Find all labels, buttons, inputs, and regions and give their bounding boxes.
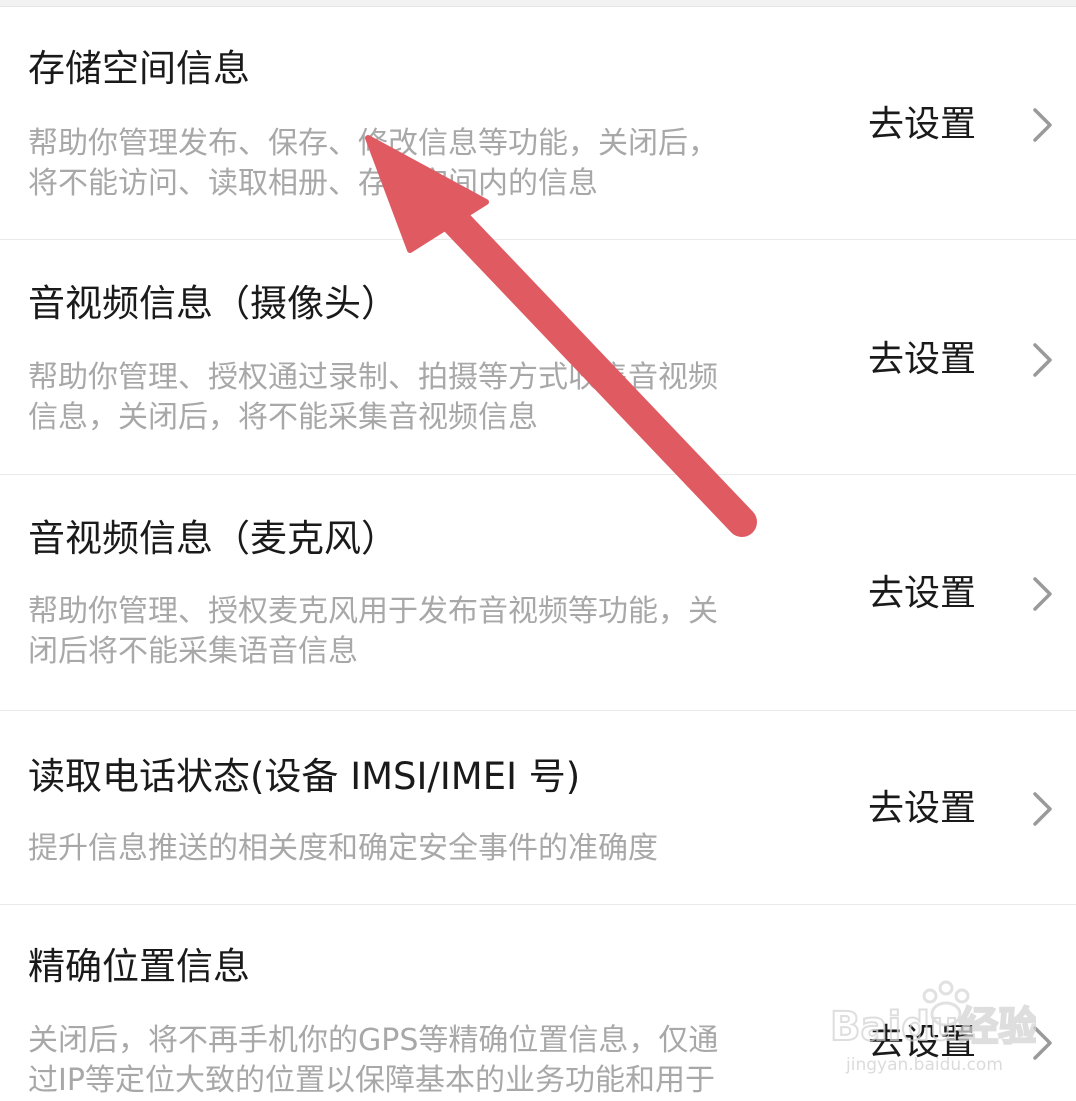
go-settings-button[interactable]: 去设置 (868, 787, 976, 831)
row-description: 提升信息推送的相关度和确定安全事件的准确度 (28, 829, 838, 869)
row-description-line: 信息，关闭后，将不能采集音视频信息 (28, 400, 538, 435)
row-title: 音视频信息（摄像头） (28, 282, 398, 325)
row-title: 精确位置信息 (28, 945, 250, 988)
permission-row-microphone[interactable]: 音视频信息（麦克风） 帮助你管理、授权麦克风用于发布音视频等功能，关 闭后将不能… (0, 475, 1076, 711)
permission-list: 存储空间信息 帮助你管理发布、保存、修改信息等功能，关闭后， 将不能访问、读取相… (0, 7, 1076, 1098)
permission-row-storage[interactable]: 存储空间信息 帮助你管理发布、保存、修改信息等功能，关闭后， 将不能访问、读取相… (0, 7, 1076, 240)
row-description-line: 提升信息推送的相关度和确定安全事件的准确度 (28, 831, 658, 866)
row-description-line: 帮助你管理、授权通过录制、拍摄等方式收集音视频 (28, 360, 718, 395)
go-settings-button[interactable]: 去设置 (868, 103, 976, 147)
permission-row-camera[interactable]: 音视频信息（摄像头） 帮助你管理、授权通过录制、拍摄等方式收集音视频 信息，关闭… (0, 240, 1076, 475)
row-description-line: 过IP等定位大致的位置以保障基本的业务功能和用于 (28, 1063, 715, 1098)
row-title: 存储空间信息 (28, 47, 250, 90)
row-description: 帮助你管理、授权麦克风用于发布音视频等功能，关 闭后将不能采集语音信息 (28, 592, 838, 672)
baidu-watermark-logo: Baidu经验 jingyan.baidu.com (829, 980, 1036, 1075)
row-description-line: 将不能访问、读取相册、存储空间内的信息 (28, 166, 598, 201)
row-description: 关闭后，将不再手机你的GPS等精确位置信息，仅通 过IP等定位大致的位置以保障基… (28, 1021, 838, 1101)
go-settings-button[interactable]: 去设置 (868, 572, 976, 616)
row-description: 帮助你管理、授权通过录制、拍摄等方式收集音视频 信息，关闭后，将不能采集音视频信… (28, 358, 838, 438)
chevron-right-icon[interactable] (1030, 340, 1056, 380)
permission-row-phone-state[interactable]: 读取电话状态(设备 IMSI/IMEI 号) 提升信息推送的相关度和确定安全事件… (0, 711, 1076, 905)
row-description-line: 帮助你管理发布、保存、修改信息等功能，关闭后， (28, 126, 718, 161)
row-description-line: 闭后将不能采集语音信息 (28, 634, 358, 669)
row-description-line: 关闭后，将不再手机你的GPS等精确位置信息，仅通 (28, 1023, 719, 1058)
top-divider (0, 0, 1076, 7)
row-title: 音视频信息（麦克风） (28, 517, 398, 560)
watermark-url: jingyan.baidu.com (845, 1055, 1003, 1075)
row-title: 读取电话状态(设备 IMSI/IMEI 号) (28, 755, 581, 798)
chevron-right-icon[interactable] (1030, 105, 1056, 145)
go-settings-button[interactable]: 去设置 (868, 338, 976, 382)
chevron-right-icon[interactable] (1030, 574, 1056, 614)
watermark-brand: Baidu经验 (830, 1004, 1036, 1050)
row-description: 帮助你管理发布、保存、修改信息等功能，关闭后， 将不能访问、读取相册、存储空间内… (28, 124, 838, 204)
chevron-right-icon[interactable] (1030, 789, 1056, 829)
row-description-line: 帮助你管理、授权麦克风用于发布音视频等功能，关 (28, 594, 718, 629)
